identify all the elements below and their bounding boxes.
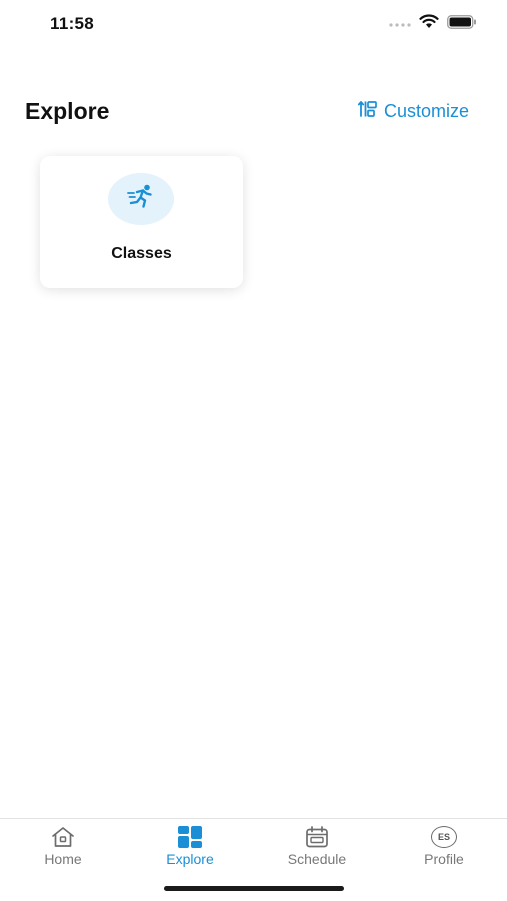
classes-card[interactable]: Classes xyxy=(40,156,243,288)
card-icon-circle xyxy=(108,173,174,225)
customize-label: Customize xyxy=(383,101,469,121)
home-indicator xyxy=(164,886,344,891)
tab-home[interactable]: Home xyxy=(0,819,126,879)
cellular-signal-icon xyxy=(389,15,411,33)
status-icons xyxy=(389,14,477,34)
wifi-icon xyxy=(419,14,439,34)
page-header: Explore Customize xyxy=(0,90,507,134)
tab-label-profile: Profile xyxy=(424,851,464,867)
tab-label-explore: Explore xyxy=(166,851,214,867)
card-label-classes: Classes xyxy=(111,245,172,262)
status-time: 11:58 xyxy=(50,14,95,33)
tab-schedule[interactable]: Schedule xyxy=(254,819,380,879)
runner-icon xyxy=(126,183,156,216)
calendar-icon xyxy=(304,825,330,849)
avatar-icon: ES xyxy=(431,825,457,849)
customize-icon xyxy=(357,100,378,123)
tab-label-schedule: Schedule xyxy=(287,851,347,867)
explore-grid-icon xyxy=(177,825,203,849)
tab-explore[interactable]: Explore xyxy=(127,819,253,879)
battery-icon xyxy=(447,14,477,34)
customize-button[interactable]: Customize xyxy=(357,100,469,123)
tab-profile[interactable]: ES Profile xyxy=(381,819,507,879)
home-icon xyxy=(50,825,76,849)
status-bar: 11:58 xyxy=(0,0,507,50)
page-title: Explore xyxy=(25,98,110,124)
avatar: ES xyxy=(431,826,457,848)
tab-label-home: Home xyxy=(44,851,82,867)
